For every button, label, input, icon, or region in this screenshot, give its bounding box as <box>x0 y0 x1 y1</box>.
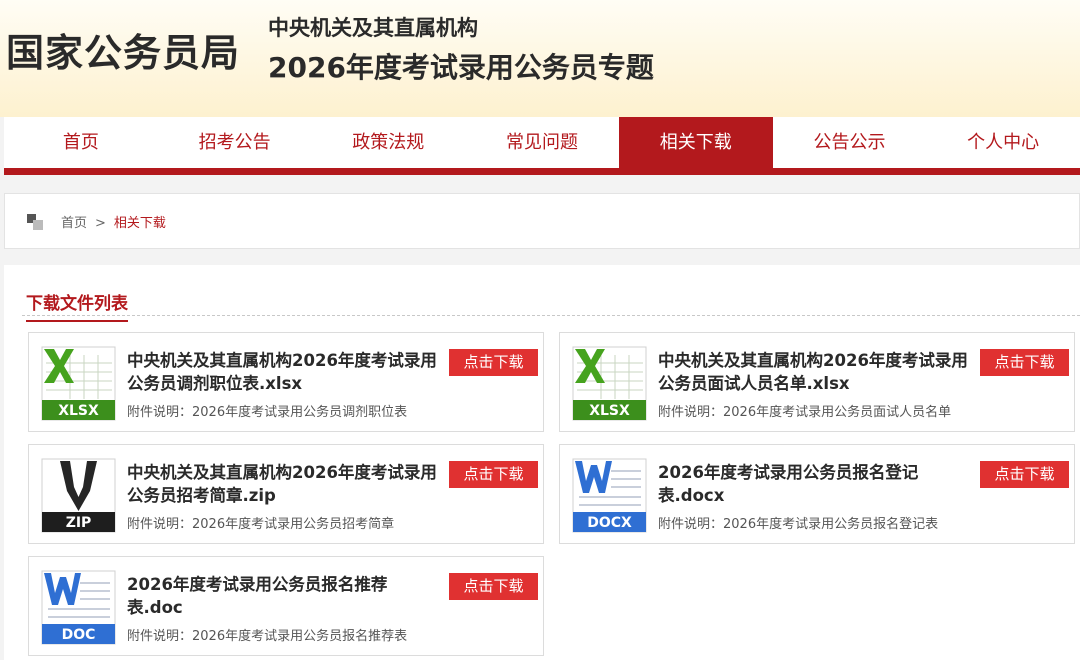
nav-item-downloads[interactable]: 相关下载 <box>618 117 773 168</box>
site-logo[interactable]: 国家公务员局 <box>6 22 240 77</box>
site-header: 国家公务员局 中央机关及其直属机构 2026年度考试录用公务员专题 <box>0 0 1080 117</box>
nav-item-notices[interactable]: 公告公示 <box>773 117 927 168</box>
site-title: 2026年度考试录用公务员专题 <box>268 51 654 84</box>
file-title[interactable]: 2026年度考试录用公务员报名登记表.docx <box>658 461 968 507</box>
xlsx-file-icon: XLSX <box>41 346 116 421</box>
file-description: 附件说明：2026年度考试录用公务员调剂职位表 <box>127 405 408 420</box>
main-nav: 首页 招考公告 政策法规 常见问题 相关下载 公告公示 个人中心 <box>4 117 1080 168</box>
file-title[interactable]: 中央机关及其直属机构2026年度考试录用公务员面试人员名单.xlsx <box>658 349 968 395</box>
file-title[interactable]: 2026年度考试录用公务员报名推荐表.doc <box>127 573 437 619</box>
site-subtitle: 中央机关及其直属机构 <box>268 16 478 40</box>
breadcrumb-current: 相关下载 <box>113 216 166 231</box>
nav-item-policies[interactable]: 政策法规 <box>311 117 465 168</box>
section-title: 下载文件列表 <box>26 289 128 322</box>
svg-text:ZIP: ZIP <box>66 515 92 531</box>
svg-text:DOC: DOC <box>62 627 96 643</box>
nav-underline-bar <box>4 168 1080 175</box>
nav-item-faq[interactable]: 常见问题 <box>465 117 619 168</box>
docx-file-icon: DOCX <box>572 458 647 533</box>
nav-item-personal-center[interactable]: 个人中心 <box>926 117 1080 168</box>
xlsx-file-icon: XLSX <box>572 346 647 421</box>
download-button[interactable]: 点击下载 <box>449 461 538 488</box>
svg-text:DOCX: DOCX <box>587 515 632 531</box>
breadcrumb: 首页 > 相关下载 <box>61 212 166 231</box>
download-button[interactable]: 点击下载 <box>980 349 1069 376</box>
svg-text:XLSX: XLSX <box>589 403 630 419</box>
download-button[interactable]: 点击下载 <box>980 461 1069 488</box>
file-card: ZIP 中央机关及其直属机构2026年度考试录用公务员招考简章.zip 附件说明… <box>28 444 544 544</box>
file-card: DOC 2026年度考试录用公务员报名推荐表.doc 附件说明：2026年度考试… <box>28 556 544 656</box>
file-description: 附件说明：2026年度考试录用公务员报名推荐表 <box>127 629 408 644</box>
doc-file-icon: DOC <box>41 570 116 645</box>
breadcrumb-separator: > <box>95 216 106 231</box>
nav-item-home[interactable]: 首页 <box>4 117 158 168</box>
file-description: 附件说明：2026年度考试录用公务员招考简章 <box>127 517 395 532</box>
file-description: 附件说明：2026年度考试录用公务员面试人员名单 <box>658 405 952 420</box>
file-card: DOCX 2026年度考试录用公务员报名登记表.docx 附件说明：2026年度… <box>559 444 1075 544</box>
file-description: 附件说明：2026年度考试录用公务员报名登记表 <box>658 517 939 532</box>
download-button[interactable]: 点击下载 <box>449 573 538 600</box>
download-button[interactable]: 点击下载 <box>449 349 538 376</box>
zip-file-icon: ZIP <box>41 458 116 533</box>
location-icon <box>27 214 43 230</box>
download-list-panel: 下载文件列表 XLSX 中央机关及其直属机构2026年度考试录用公务员调剂职位表… <box>4 265 1080 660</box>
file-title[interactable]: 中央机关及其直属机构2026年度考试录用公务员调剂职位表.xlsx <box>127 349 437 395</box>
nav-item-announcements[interactable]: 招考公告 <box>158 117 312 168</box>
file-title[interactable]: 中央机关及其直属机构2026年度考试录用公务员招考简章.zip <box>127 461 437 507</box>
file-card: XLSX 中央机关及其直属机构2026年度考试录用公务员调剂职位表.xlsx 附… <box>28 332 544 432</box>
svg-text:XLSX: XLSX <box>58 403 99 419</box>
breadcrumb-home-link[interactable]: 首页 <box>61 216 87 231</box>
file-card: XLSX 中央机关及其直属机构2026年度考试录用公务员面试人员名单.xlsx … <box>559 332 1075 432</box>
breadcrumb-bar: 首页 > 相关下载 <box>4 193 1080 249</box>
section-divider <box>22 315 1080 316</box>
